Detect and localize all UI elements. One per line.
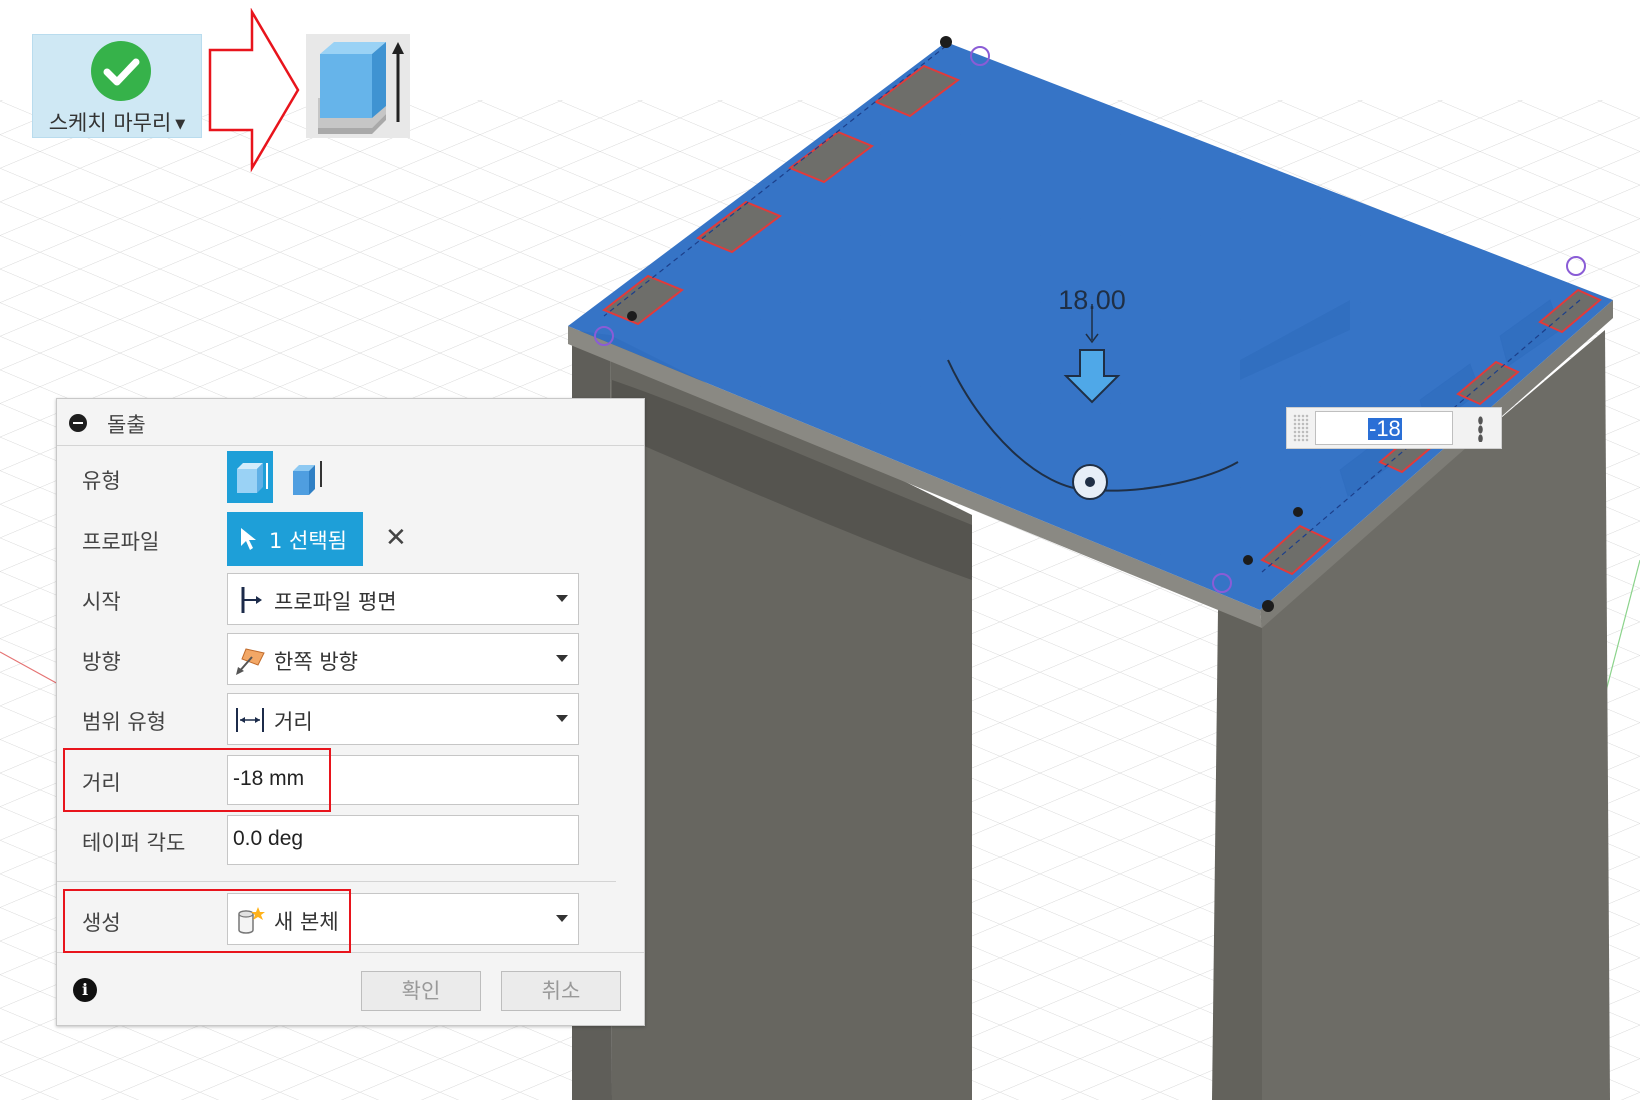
- right-leg-front: [1212, 610, 1262, 1100]
- type-thin-button[interactable]: [283, 451, 329, 503]
- dropdown-caret-icon: [556, 595, 568, 602]
- start-dropdown[interactable]: 프로파일 평면: [227, 573, 579, 625]
- green-check-icon: [91, 41, 151, 101]
- dropdown-caret-icon: [556, 715, 568, 722]
- taper-angle-label: 테이퍼 각도: [82, 831, 186, 855]
- profile-plane-icon: [241, 587, 262, 613]
- more-options-icon[interactable]: [1478, 416, 1483, 442]
- ok-button[interactable]: 확인: [361, 971, 481, 1011]
- profile-value: 1 선택됨: [269, 529, 347, 553]
- taper-angle-field[interactable]: [227, 815, 579, 865]
- extrude-box-icon: [318, 42, 404, 134]
- one-side-direction-icon: [236, 648, 265, 675]
- solid-extrude-icon: [237, 463, 268, 493]
- type-label: 유형: [82, 469, 121, 493]
- red-outline-arrow-icon: [208, 8, 300, 172]
- profile-select-button[interactable]: 1 선택됨: [227, 512, 363, 566]
- dropdown-caret-icon: [556, 915, 568, 922]
- profile-label: 프로파일: [82, 530, 160, 554]
- dialog-header: 돌출: [57, 399, 644, 446]
- extent-type-value: 거리: [274, 710, 313, 734]
- drag-handle[interactable]: [1293, 414, 1309, 442]
- operation-highlight: [63, 889, 351, 953]
- dropdown-caret-icon: [556, 655, 568, 662]
- type-solid-button[interactable]: [227, 451, 273, 503]
- clear-selection-icon[interactable]: ✕: [385, 525, 407, 551]
- thin-extrude-icon: [293, 461, 322, 495]
- taper-angle-input[interactable]: [233, 827, 563, 851]
- start-value: 프로파일 평면: [274, 590, 397, 614]
- extent-type-label: 범위 유형: [82, 710, 166, 734]
- distance-float-field[interactable]: -18: [1315, 411, 1453, 445]
- direction-value: 한쪽 방향: [274, 650, 358, 674]
- cancel-button[interactable]: 취소: [501, 971, 621, 1011]
- finish-sketch-button[interactable]: 스케치 마무리 ▼: [32, 34, 202, 138]
- distance-float-input[interactable]: -18: [1286, 407, 1502, 449]
- finish-sketch-label: 스케치 마무리: [48, 111, 172, 135]
- caret-down-icon[interactable]: ▼: [175, 117, 185, 132]
- distance-float-value[interactable]: -18: [1368, 418, 1402, 440]
- dimension-label: 18.00: [1058, 285, 1126, 315]
- extrude-tool-button[interactable]: [306, 34, 410, 138]
- distance-extent-icon: [236, 708, 264, 732]
- cursor-arrow-icon: [241, 528, 256, 550]
- divider: [57, 881, 616, 882]
- extent-type-dropdown[interactable]: 거리: [227, 693, 579, 745]
- direction-dropdown[interactable]: 한쪽 방향: [227, 633, 579, 685]
- info-icon[interactable]: i: [73, 978, 97, 1002]
- direction-label: 방향: [82, 650, 121, 674]
- distance-highlight: [63, 748, 331, 812]
- start-label: 시작: [82, 590, 121, 614]
- collapse-icon[interactable]: [69, 414, 87, 432]
- dialog-title: 돌출: [107, 413, 146, 437]
- extrude-dialog: 돌출 유형 프로파일 1 선택됨 ✕ 시작 프로파일 평면 방향 한쪽 방향 범…: [56, 398, 645, 1026]
